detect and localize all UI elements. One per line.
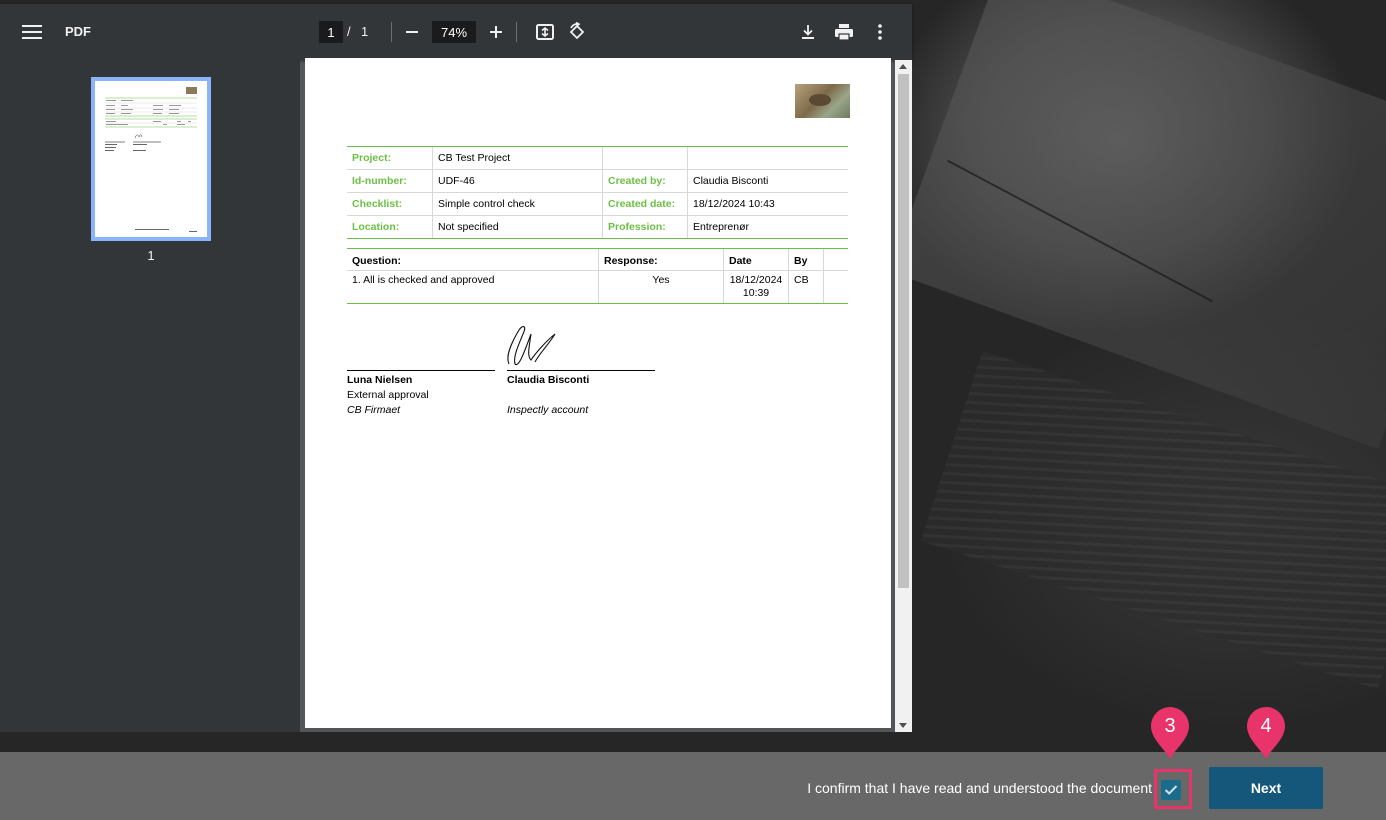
signer-name: Claudia Bisconti (507, 374, 590, 386)
value-project: CB Test Project (432, 146, 603, 170)
signature-line (507, 370, 655, 371)
question-by: CB (788, 270, 824, 304)
label-location: Location: (347, 215, 433, 239)
label-checklist: Checklist: (347, 192, 433, 216)
label-id-number: Id-number: (347, 169, 433, 193)
metadata-table: Project: CB Test Project Id-number: UDF-… (347, 146, 848, 239)
header-by: By (788, 248, 824, 271)
header-date: Date (723, 248, 789, 271)
table-row: Location: Not specified Profession: Entr… (347, 215, 848, 239)
time-line: 10:39 (742, 287, 770, 299)
page-total: 1 (361, 24, 369, 39)
table-row: Id-number: UDF-46 Created by: Claudia Bi… (347, 169, 848, 193)
label-profession: Profession: (602, 215, 688, 239)
fit-page-icon (536, 24, 554, 40)
question-text: 1. All is checked and approved (347, 270, 599, 304)
pdf-page: Project: CB Test Project Id-number: UDF-… (305, 58, 891, 728)
confirm-text: I confirm that I have read and understoo… (807, 780, 1152, 796)
company-logo (795, 84, 850, 118)
page-separator: / (347, 24, 351, 39)
zoom-out-button[interactable] (400, 20, 424, 44)
plus-icon (490, 26, 502, 38)
annotation-number: 4 (1260, 715, 1272, 737)
value-created-by: Claudia Bisconti (687, 169, 848, 193)
thumbnail-preview (95, 81, 207, 237)
label-created-by: Created by: (602, 169, 688, 193)
zoom-in-button[interactable] (484, 20, 508, 44)
table-row: Checklist: Simple control check Created … (347, 192, 848, 216)
value-empty (687, 146, 848, 170)
pdf-toolbar: PDF / 1 (0, 4, 912, 60)
annotation-marker-3: 3 (1150, 706, 1190, 760)
rotate-button[interactable] (565, 20, 589, 44)
signature-line (347, 370, 495, 371)
next-button[interactable]: Next (1209, 767, 1323, 809)
annotation-marker-4: 4 (1246, 706, 1286, 760)
download-icon (802, 25, 814, 39)
scrollbar-thumb[interactable] (898, 74, 909, 588)
header-response: Response: (598, 248, 724, 271)
label-created-date: Created date: (602, 192, 688, 216)
minus-icon (406, 31, 418, 33)
signer-company: CB Firmaet (347, 404, 401, 416)
date-line: 18/12/2024 (729, 274, 783, 286)
thumbnail-sidebar: 1 (0, 60, 300, 732)
value-profession: Entreprenør (687, 215, 848, 239)
page-number-input[interactable] (319, 21, 343, 43)
print-icon (835, 24, 853, 41)
download-button[interactable] (796, 20, 820, 44)
scroll-down-arrow-icon[interactable] (899, 723, 907, 728)
page-thumbnail[interactable] (91, 77, 211, 241)
questions-table: Question: Response: Date By 1. All is ch… (347, 248, 848, 304)
annotation-number: 3 (1164, 715, 1176, 737)
scroll-up-arrow-icon[interactable] (899, 64, 907, 69)
print-button[interactable] (832, 20, 856, 44)
question-response: Yes (598, 270, 724, 304)
label-empty (602, 146, 688, 170)
confirm-checkbox[interactable] (1161, 780, 1181, 800)
handwritten-signature (507, 325, 556, 366)
header-empty (823, 248, 848, 271)
table-row: 1. All is checked and approved Yes 18/12… (347, 270, 848, 304)
signer-name: Luna Nielsen (347, 374, 413, 386)
more-vert-icon (878, 24, 882, 40)
checkmark-icon (1164, 785, 1178, 795)
value-checklist: Simple control check (432, 192, 603, 216)
value-id-number: UDF-46 (432, 169, 603, 193)
toolbar-divider (391, 22, 392, 42)
more-options-button[interactable] (868, 20, 892, 44)
question-empty (823, 270, 848, 304)
value-created-date: 18/12/2024 10:43 (687, 192, 848, 216)
table-row: Project: CB Test Project (347, 146, 848, 170)
table-header-row: Question: Response: Date By (347, 248, 848, 271)
pdf-title: PDF (65, 24, 91, 39)
thumbnail-page-number: 1 (147, 248, 155, 263)
rotate-icon (569, 22, 585, 40)
pdf-scrollbar[interactable] (895, 60, 912, 732)
header-question: Question: (347, 248, 599, 271)
menu-icon[interactable] (22, 22, 42, 42)
question-date: 18/12/2024 10:39 (723, 270, 789, 304)
toolbar-divider (516, 22, 517, 42)
fit-page-button[interactable] (533, 20, 557, 44)
zoom-input[interactable] (432, 21, 476, 43)
label-project: Project: (347, 146, 433, 170)
signer-company: Inspectly account (507, 404, 589, 416)
signer-role: External approval (347, 389, 429, 401)
value-location: Not specified (432, 215, 603, 239)
